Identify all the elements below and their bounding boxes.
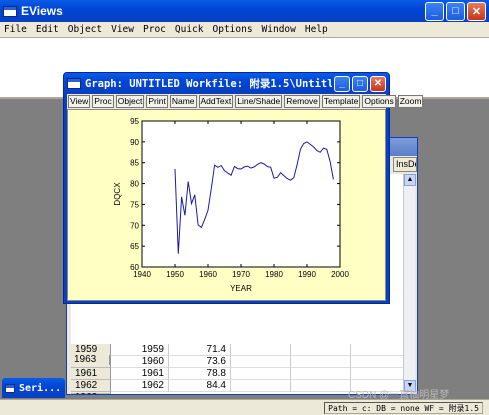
object-button[interactable]: Object: [115, 95, 145, 108]
window-icon: [5, 383, 15, 393]
table-row: 1959 1959 71.4: [71, 344, 403, 356]
cell-empty[interactable]: [231, 380, 291, 392]
cell-empty[interactable]: [231, 368, 291, 380]
minimized-window-label: Seri...: [19, 382, 62, 394]
graph-close-button[interactable]: ✕: [370, 75, 386, 92]
status-bar: Path = c: DB = none WF = 附录1.5: [0, 399, 489, 415]
plot-area: [141, 120, 341, 268]
line-chart: 1940 1950 1960 1970 1980 1990 2000606570758085…: [113, 117, 349, 293]
menu-proc[interactable]: Proc: [143, 24, 166, 35]
cell-empty[interactable]: [231, 356, 291, 368]
cell-empty[interactable]: [351, 344, 403, 356]
view-button[interactable]: View: [68, 95, 91, 108]
menu-help[interactable]: Help: [305, 24, 328, 35]
menu-object[interactable]: Object: [68, 24, 102, 35]
minimized-series-window[interactable]: Seri...: [2, 378, 65, 398]
x-tick-label: 1980: [265, 270, 283, 279]
y-tick-label: 90: [130, 138, 139, 147]
x-tick-label: 1960: [199, 270, 217, 279]
table-row: 1961 1961 78.8: [71, 368, 403, 380]
graph-window: Graph: UNTITLED Workfile: 附录1.5\Untitled…: [63, 72, 424, 304]
options-button[interactable]: Options: [362, 95, 396, 108]
x-tick-label: 1970: [232, 270, 250, 279]
cell-empty[interactable]: [291, 356, 351, 368]
y-axis-label: DQCX: [113, 182, 122, 206]
app-minimize-button[interactable]: _: [425, 1, 444, 21]
app-maximize-button[interactable]: □: [446, 1, 465, 21]
cell-value[interactable]: 71.4: [169, 344, 231, 356]
cell-value[interactable]: 84.4: [169, 380, 231, 392]
y-tick-label: 75: [130, 200, 139, 209]
y-tick-label: 95: [130, 117, 139, 126]
addtext-button[interactable]: AddText: [198, 95, 234, 108]
line-shade-button[interactable]: Line/Shade: [235, 95, 283, 108]
cell-year[interactable]: 1959: [111, 344, 169, 356]
app-title: EViews: [21, 4, 63, 18]
y-tick-label: 85: [130, 159, 139, 168]
menu-options[interactable]: Options: [213, 24, 253, 35]
eviews-app-icon: [3, 5, 17, 17]
menu-file[interactable]: File: [4, 24, 27, 35]
graph-minimize-button[interactable]: _: [334, 75, 350, 92]
menu-edit[interactable]: Edit: [36, 24, 59, 35]
print-button[interactable]: Print: [146, 95, 168, 108]
menu-quick[interactable]: Quick: [175, 24, 204, 35]
name-button[interactable]: Name: [169, 95, 197, 108]
cell-value[interactable]: 78.8: [169, 368, 231, 380]
row-header: 1961: [71, 368, 111, 380]
y-tick-label: 70: [130, 221, 139, 230]
app-titlebar: EViews _ □ ✕: [0, 0, 489, 22]
proc-button[interactable]: Proc: [92, 95, 114, 108]
x-axis-label: YEAR: [230, 284, 252, 293]
watermark-text: CSDN @一直柚明星梦: [348, 390, 450, 401]
row-header: 1963: [71, 392, 111, 394]
graph-canvas[interactable]: 1940 1950 1960 1970 1980 1990 2000 60 65 70 75 80 85…: [67, 109, 386, 301]
x-tick-label: 1990: [298, 270, 316, 279]
x-tick-label: 1950: [166, 270, 184, 279]
table-row: 1960 1960 73.6: [71, 356, 403, 368]
cell-empty[interactable]: [231, 344, 291, 356]
y-tick-label: 80: [130, 180, 139, 189]
cell-year[interactable]: 1961: [111, 368, 169, 380]
graph-window-titlebar[interactable]: Graph: UNTITLED Workfile: 附录1.5\Untitled…: [64, 73, 389, 94]
menu-bar: File Edit Object View Proc Quick Options…: [0, 22, 489, 37]
cell-empty[interactable]: [291, 368, 351, 380]
insdel-button[interactable]: InsDel: [393, 157, 417, 172]
status-path: Path = c: DB = none WF = 附录1.5: [324, 402, 483, 414]
graph-toolbar: View Proc Object Print Name AddText Line…: [67, 94, 424, 109]
series-vertical-scrollbar[interactable]: ▲ ▼: [403, 174, 416, 392]
cell-year[interactable]: 1962: [111, 380, 169, 392]
cell-empty[interactable]: [351, 368, 403, 380]
y-tick-label: 60: [130, 263, 139, 272]
scroll-up-arrow-icon[interactable]: ▲: [404, 174, 416, 186]
x-tick-label: 2000: [331, 270, 349, 279]
cell-empty[interactable]: [351, 356, 403, 368]
cell-empty[interactable]: [291, 380, 351, 392]
remove-button[interactable]: Remove: [284, 95, 320, 108]
zoom-button[interactable]: Zoom: [397, 95, 424, 108]
graph-maximize-button[interactable]: □: [352, 75, 368, 92]
graph-window-title: Graph: UNTITLED Workfile: 附录1.5\Untitled: [85, 78, 332, 90]
cell-value[interactable]: 73.6: [169, 356, 231, 368]
row-header: 1962: [71, 380, 111, 392]
menu-view[interactable]: View: [111, 24, 134, 35]
template-button[interactable]: Template: [321, 95, 361, 108]
y-tick-label: 65: [130, 242, 139, 251]
cell-year[interactable]: 1960: [111, 356, 169, 368]
cell-empty[interactable]: [291, 344, 351, 356]
row-header: 1963: [70, 355, 110, 365]
table-row: 1963: [71, 392, 111, 394]
menu-window[interactable]: Window: [262, 24, 296, 35]
app-close-button[interactable]: ✕: [467, 1, 486, 21]
graph-window-icon: [67, 78, 81, 89]
